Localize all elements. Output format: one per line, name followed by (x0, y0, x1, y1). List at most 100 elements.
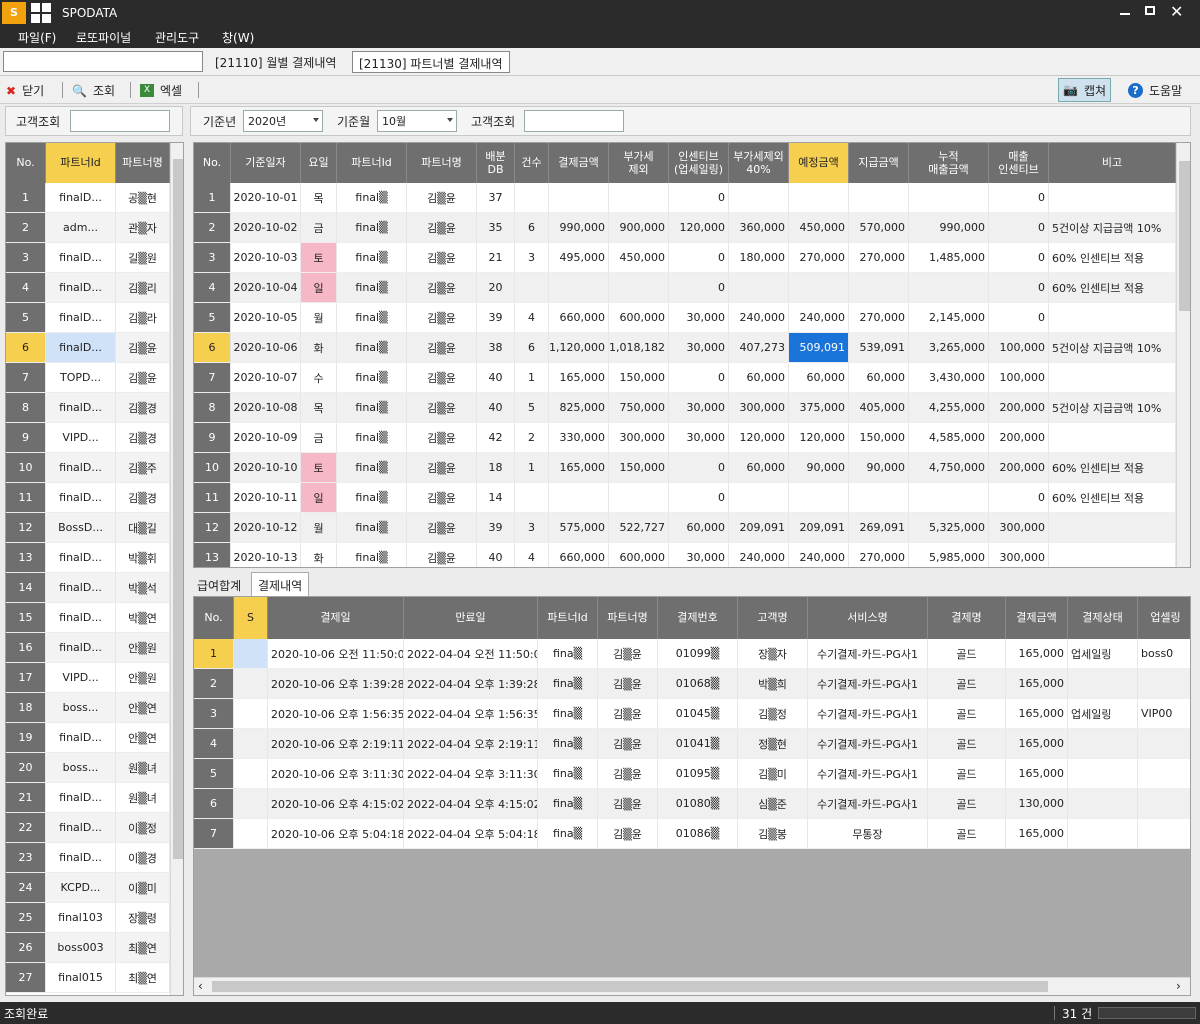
table-row[interactable]: 23 finalD... 이▒경 (6, 843, 170, 873)
scroll-right-icon[interactable]: › (1176, 979, 1181, 993)
table-row[interactable]: 6 2020-10-06 오후 4:15:02 2022-04-04 오후 4:15… (194, 789, 1190, 819)
table-row[interactable]: 22 finalD... 이▒정 (6, 813, 170, 843)
table-row[interactable]: 5 2020-10-05 월 final▒ 김▒윤 39 4 660,000 600,000 30… (194, 303, 1176, 333)
col-header-excl-vat[interactable]: 부가세 제외 (609, 143, 669, 183)
col-header-no[interactable]: No. (6, 143, 46, 183)
col-header-partner-name[interactable]: 파트너명 (598, 597, 658, 639)
table-row[interactable]: 10 2020-10-10 토 final▒ 김▒윤 18 1 165,000 150,000 0… (194, 453, 1176, 483)
detail-grid-hscroll[interactable]: ‹ › (194, 977, 1190, 995)
table-row[interactable]: 9 VIPD... 김▒경 (6, 423, 170, 453)
col-header-partner-id[interactable]: 파트너Id (538, 597, 598, 639)
table-row[interactable]: 19 finalD... 안▒연 (6, 723, 170, 753)
capture-button[interactable]: 📷 캡쳐 (1058, 78, 1112, 102)
col-header-planned-amount[interactable]: 예정금액 (789, 143, 849, 183)
tab-filter-input[interactable] (3, 51, 203, 72)
table-row[interactable]: 4 2020-10-04 일 final▒ 김▒윤 20 0 0 60% 인센티브 적용 (194, 273, 1176, 303)
col-header-upsell[interactable]: 업셀링 (1138, 597, 1190, 639)
table-row[interactable]: 8 2020-10-08 목 final▒ 김▒윤 40 5 825,000 750,000 30… (194, 393, 1176, 423)
close-icon[interactable]: ✕ (1170, 2, 1183, 21)
table-row[interactable]: 3 2020-10-06 오후 1:56:35 2022-04-04 오후 1:56… (194, 699, 1190, 729)
table-row[interactable]: 7 2020-10-06 오후 5:04:18 2022-04-04 오후 5:04… (194, 819, 1190, 849)
menu-lotto-final[interactable]: 로또파이널 (76, 29, 131, 46)
table-row[interactable]: 7 2020-10-07 수 final▒ 김▒윤 40 1 165,000 150,000 0 6… (194, 363, 1176, 393)
table-row[interactable]: 21 finalD... 원▒녀 (6, 783, 170, 813)
excel-button[interactable]: X 엑셀 (140, 82, 182, 99)
col-header-plan-name[interactable]: 결제명 (928, 597, 1006, 639)
table-row[interactable]: 9 2020-10-09 금 final▒ 김▒윤 42 2 330,000 300,000 30… (194, 423, 1176, 453)
col-header-pay-status[interactable]: 결제상태 (1068, 597, 1138, 639)
col-header-expire-date[interactable]: 만료일 (404, 597, 538, 639)
col-header-paid-amount[interactable]: 지급금액 (849, 143, 909, 183)
table-row[interactable]: 14 finalD... 박▒석 (6, 573, 170, 603)
col-header-pay-number[interactable]: 결제번호 (658, 597, 738, 639)
minimize-icon[interactable] (1120, 5, 1130, 15)
table-row[interactable]: 3 finalD... 길▒원 (6, 243, 170, 273)
scroll-left-icon[interactable]: ‹ (198, 979, 203, 993)
col-header-pay-amount[interactable]: 결제금액 (1006, 597, 1068, 639)
table-row[interactable]: 17 VIPD... 안▒원 (6, 663, 170, 693)
month-select[interactable]: 10월 (377, 110, 457, 132)
search-button[interactable]: 🔍 조회 (72, 82, 115, 99)
detail-grid-hscroll-thumb[interactable] (212, 981, 1048, 992)
table-row[interactable]: 5 finalD... 김▒라 (6, 303, 170, 333)
table-row[interactable]: 7 TOPD... 김▒윤 (6, 363, 170, 393)
table-row[interactable]: 20 boss... 원▒녀 (6, 753, 170, 783)
table-row[interactable]: 11 2020-10-11 일 final▒ 김▒윤 14 0 0 60% 인센티브 적용 (194, 483, 1176, 513)
col-header-status[interactable]: S (234, 597, 268, 639)
col-header-sales-incentive[interactable]: 매출 인센티브 (989, 143, 1049, 183)
menu-admin-tools[interactable]: 관리도구 (155, 29, 199, 46)
table-row[interactable]: 27 final015 최▒연 (6, 963, 170, 993)
year-select[interactable]: 2020년 (243, 110, 323, 132)
col-header-weekday[interactable]: 요일 (301, 143, 337, 183)
table-row[interactable]: 3 2020-10-03 토 final▒ 김▒윤 21 3 495,000 450,000 0 1… (194, 243, 1176, 273)
table-row[interactable]: 1 finalD... 공▒현 (6, 183, 170, 213)
table-row[interactable]: 11 finalD... 김▒경 (6, 483, 170, 513)
help-button[interactable]: ? 도움말 (1128, 82, 1182, 99)
col-header-cumulative-sales[interactable]: 누적 매출금액 (909, 143, 989, 183)
col-header-vat40[interactable]: 부가세제외 40% (729, 143, 789, 183)
table-row[interactable]: 24 KCPD... 이▒미 (6, 873, 170, 903)
menu-window[interactable]: 창(W) (222, 29, 254, 46)
col-header-date[interactable]: 기준일자 (231, 143, 301, 183)
table-row[interactable]: 16 finalD... 안▒원 (6, 633, 170, 663)
table-row[interactable]: 10 finalD... 김▒주 (6, 453, 170, 483)
col-header-count[interactable]: 건수 (515, 143, 549, 183)
left-customer-search-input[interactable] (70, 110, 170, 132)
table-row[interactable]: 2 2020-10-02 금 final▒ 김▒윤 35 6 990,000 900,000 12… (194, 213, 1176, 243)
table-row[interactable]: 1 2020-10-01 목 final▒ 김▒윤 37 0 0 (194, 183, 1176, 213)
table-row[interactable]: 1 2020-10-06 오전 11:50:08 2022-04-04 오전 11:… (194, 639, 1190, 669)
left-grid-vscroll[interactable] (170, 143, 183, 995)
col-header-row-number[interactable]: No. (194, 597, 234, 639)
close-button[interactable]: ✖ 닫기 (6, 82, 44, 99)
col-header-partner-id[interactable]: 파트너Id (46, 143, 116, 183)
subtab-payment-history[interactable]: 결제내역 (251, 572, 310, 596)
table-row[interactable]: 15 finalD... 박▒연 (6, 603, 170, 633)
table-row[interactable]: 5 2020-10-06 오후 3:11:30 2022-04-04 오후 3:11… (194, 759, 1190, 789)
col-header-payment-amount[interactable]: 결제금액 (549, 143, 609, 183)
col-header-partner-name[interactable]: 파트너명 (407, 143, 477, 183)
table-row[interactable]: 13 2020-10-13 화 final▒ 김▒윤 40 4 660,000 600,000 3… (194, 543, 1176, 567)
main-grid-vscroll-thumb[interactable] (1179, 161, 1190, 311)
table-row[interactable]: 25 final103 장▒령 (6, 903, 170, 933)
table-row[interactable]: 13 finalD... 박▒휘 (6, 543, 170, 573)
col-header-partner-name[interactable]: 파트너명 (116, 143, 170, 183)
table-row[interactable]: 2 adm... 관▒자 (6, 213, 170, 243)
left-grid-vscroll-thumb[interactable] (173, 159, 183, 859)
subtab-salary-total[interactable]: 급여합계 (197, 577, 241, 594)
right-customer-search-input[interactable] (524, 110, 624, 132)
col-header-note[interactable]: 비고 (1049, 143, 1176, 183)
col-header-partner-id[interactable]: 파트너Id (337, 143, 407, 183)
table-row[interactable]: 12 BossD... 대▒길 (6, 513, 170, 543)
col-header-pay-date[interactable]: 결제일 (268, 597, 404, 639)
table-row[interactable]: 12 2020-10-12 월 final▒ 김▒윤 39 3 575,000 522,727 6… (194, 513, 1176, 543)
table-row[interactable]: 2 2020-10-06 오후 1:39:28 2022-04-04 오후 1:39… (194, 669, 1190, 699)
col-header-customer-name[interactable]: 고객명 (738, 597, 808, 639)
main-grid-vscroll[interactable] (1176, 143, 1190, 567)
table-row[interactable]: 6 2020-10-06 화 final▒ 김▒윤 38 6 1,120,000 1,018,1… (194, 333, 1176, 363)
col-header-incentive[interactable]: 인센티브 (업세일링) (669, 143, 729, 183)
table-row[interactable]: 26 boss003 최▒연 (6, 933, 170, 963)
table-row[interactable]: 4 finalD... 김▒리 (6, 273, 170, 303)
table-row[interactable]: 6 finalD... 김▒윤 (6, 333, 170, 363)
col-header-alloc-db[interactable]: 배분 DB (477, 143, 515, 183)
table-row[interactable]: 4 2020-10-06 오후 2:19:11 2022-04-04 오후 2:19… (194, 729, 1190, 759)
